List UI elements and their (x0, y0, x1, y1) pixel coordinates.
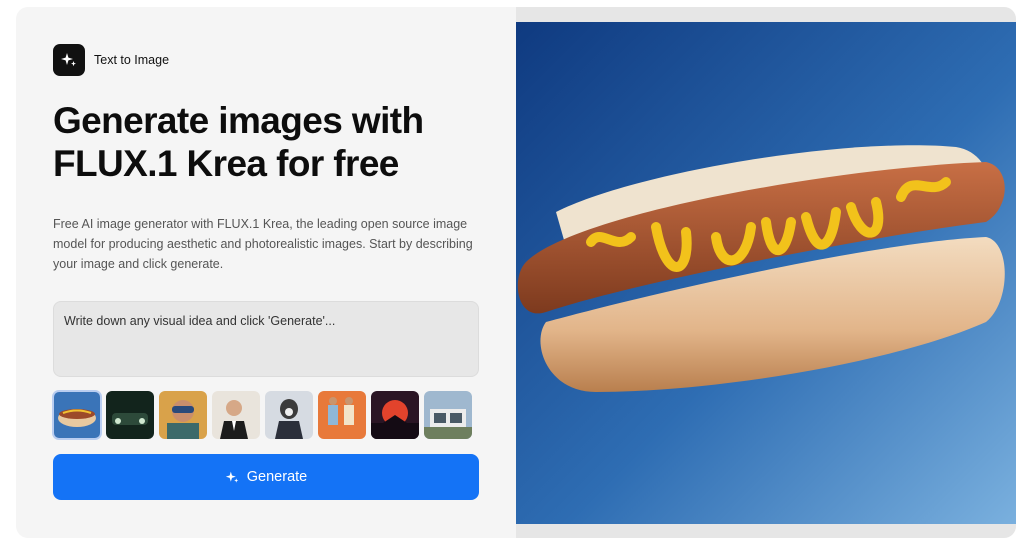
mode-badge: Text to Image (53, 44, 169, 76)
example-thumb-dog-suit[interactable] (265, 391, 313, 439)
example-thumb-man-tux[interactable] (212, 391, 260, 439)
sparkle-icon (53, 44, 85, 76)
generate-button-label: Generate (246, 469, 308, 485)
example-thumb-hotdog[interactable] (52, 390, 102, 440)
generate-button[interactable]: Generate (53, 454, 479, 500)
prompt-input[interactable] (53, 301, 479, 377)
example-thumbnails (52, 390, 472, 440)
example-thumb-car-night[interactable] (106, 391, 154, 439)
page-description: Free AI image generator with FLUX.1 Krea… (53, 217, 473, 271)
main-card: Text to Image Generate images with FLUX.… (16, 7, 1016, 538)
left-panel: Text to Image Generate images with FLUX.… (16, 7, 516, 538)
sparkle-icon (225, 471, 239, 483)
example-thumb-sunset-house[interactable] (371, 391, 419, 439)
example-thumb-fashion[interactable] (318, 391, 366, 439)
preview-image (516, 22, 1016, 524)
page-title: Generate images with FLUX.1 Krea for fre… (53, 100, 424, 184)
example-thumb-modern-house[interactable] (424, 391, 472, 439)
preview-panel (516, 7, 1016, 538)
example-thumb-astronaut[interactable] (159, 391, 207, 439)
mode-label: Text to Image (94, 53, 170, 67)
